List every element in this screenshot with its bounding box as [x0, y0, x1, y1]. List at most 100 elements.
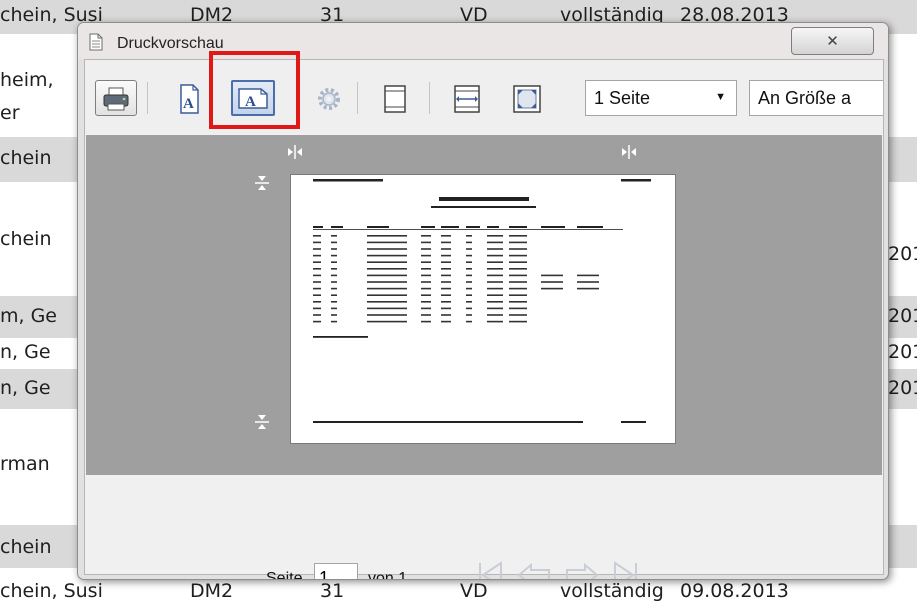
table-cell-placeholder [313, 320, 321, 323]
print-icon [103, 87, 129, 111]
table-cell-placeholder [441, 314, 451, 316]
table-cell-placeholder [331, 254, 337, 257]
table-cell-placeholder [331, 281, 337, 283]
previous-page-icon[interactable] [515, 559, 555, 580]
bottom-margin-handle-icon[interactable] [254, 411, 270, 433]
toolbar: A A 1 Seite ▼ An Größe a [85, 51, 883, 134]
bg-cell-name: chein [0, 536, 52, 558]
title-bar[interactable]: Druckvorschau ✕ [78, 23, 888, 59]
table-cell-placeholder [441, 307, 451, 310]
table-cell-placeholder [421, 235, 431, 237]
table-cell-placeholder [509, 235, 527, 237]
table-cell-placeholder [487, 281, 503, 283]
table-cell-placeholder [487, 268, 503, 270]
print-button[interactable] [95, 80, 137, 116]
bg-cell-name: rman [0, 453, 50, 475]
table-cell-placeholder [421, 268, 431, 270]
table-cell-placeholder [331, 261, 337, 263]
table-cell-placeholder [466, 301, 472, 303]
table-cell-placeholder [421, 287, 431, 290]
top-margin-handle-icon[interactable] [254, 172, 270, 194]
table-cell-placeholder [421, 314, 431, 316]
table-cell-placeholder [441, 261, 451, 263]
table-cell-placeholder [487, 241, 503, 244]
table-cell-placeholder [441, 235, 451, 237]
table-cell-placeholder [509, 287, 527, 290]
table-cell-placeholder [313, 241, 321, 244]
page-view-button[interactable] [373, 80, 415, 116]
pages-select[interactable]: 1 Seite ▼ [585, 80, 737, 116]
table-cell-placeholder [367, 274, 407, 277]
page-count-label: von 1 [368, 570, 408, 580]
table-cell-placeholder [509, 274, 527, 277]
bg-cell-date: 09.08.2013 [680, 580, 789, 602]
table-cell-placeholder [331, 307, 337, 310]
preview-area[interactable] [86, 135, 882, 475]
close-button[interactable]: ✕ [791, 27, 874, 55]
table-cell-placeholder [509, 268, 527, 270]
table-cell-placeholder [577, 274, 599, 277]
table-cell-placeholder [441, 301, 451, 303]
table-cell-placeholder [331, 241, 337, 244]
table-cell-placeholder [487, 320, 503, 323]
table-cell-placeholder [441, 254, 451, 257]
dialog-content: A A 1 Seite ▼ An Größe a Seite 1 von 1 [84, 51, 884, 579]
table-cell-placeholder [421, 241, 431, 244]
table-cell-placeholder [313, 235, 321, 237]
table-cell-placeholder [313, 274, 321, 277]
table-cell-placeholder [367, 287, 407, 290]
next-page-icon[interactable] [561, 559, 601, 580]
toolbar-separator [429, 82, 430, 114]
table-cell-placeholder [509, 241, 527, 244]
first-page-icon[interactable] [473, 559, 509, 580]
toolbar-separator [357, 82, 358, 114]
table-cell-placeholder [331, 248, 337, 250]
left-margin-handle-icon[interactable] [285, 144, 305, 160]
table-cell-placeholder [313, 261, 321, 263]
table-cell-placeholder [509, 320, 527, 323]
table-cell-placeholder [441, 274, 451, 277]
page-number-input[interactable]: 1 [314, 563, 358, 579]
table-cell-placeholder [331, 294, 337, 296]
table-cell-placeholder [487, 261, 503, 263]
table-cell-placeholder [509, 307, 527, 310]
table-cell-placeholder [313, 287, 321, 290]
table-cell-placeholder [487, 294, 503, 296]
bg-cell-status: vollständig [560, 580, 664, 602]
zoom-select[interactable]: An Größe a [749, 80, 883, 116]
table-cell-placeholder [421, 301, 431, 303]
table-cell-placeholder [441, 268, 451, 270]
table-cell-placeholder [367, 254, 407, 257]
table-cell-placeholder [487, 301, 503, 303]
table-cell-placeholder [487, 287, 503, 290]
right-margin-handle-icon[interactable] [619, 144, 639, 160]
settings-button[interactable] [307, 80, 349, 116]
table-cell-placeholder [367, 294, 407, 296]
table-cell-placeholder [367, 261, 407, 263]
bg-cell-year: 201 [888, 377, 917, 399]
fit-width-icon [454, 85, 480, 113]
highlight-box [209, 51, 300, 129]
last-page-icon[interactable] [607, 559, 643, 580]
fit-width-button[interactable] [445, 80, 487, 116]
table-cell-placeholder [466, 261, 472, 263]
portrait-button[interactable]: A [167, 80, 209, 116]
table-cell-placeholder [466, 274, 472, 277]
table-cell-placeholder [313, 314, 321, 316]
bg-cell-name: er [0, 102, 20, 124]
table-cell-placeholder [313, 281, 321, 283]
page-content [313, 179, 651, 423]
table-rows [313, 235, 599, 323]
fit-page-button[interactable] [505, 80, 547, 116]
table-cell-placeholder [487, 248, 503, 250]
table-cell-placeholder [441, 320, 451, 323]
table-cell-placeholder [441, 294, 451, 296]
page-view-icon [384, 85, 406, 113]
table-cell-placeholder [509, 314, 527, 316]
table-cell-placeholder [466, 254, 472, 257]
bg-cell-name: n, Ge [0, 377, 51, 399]
table-cell-placeholder [367, 235, 407, 237]
table-cell-placeholder [509, 254, 527, 257]
chevron-down-icon: ▼ [715, 91, 726, 103]
table-cell-placeholder [466, 268, 472, 270]
